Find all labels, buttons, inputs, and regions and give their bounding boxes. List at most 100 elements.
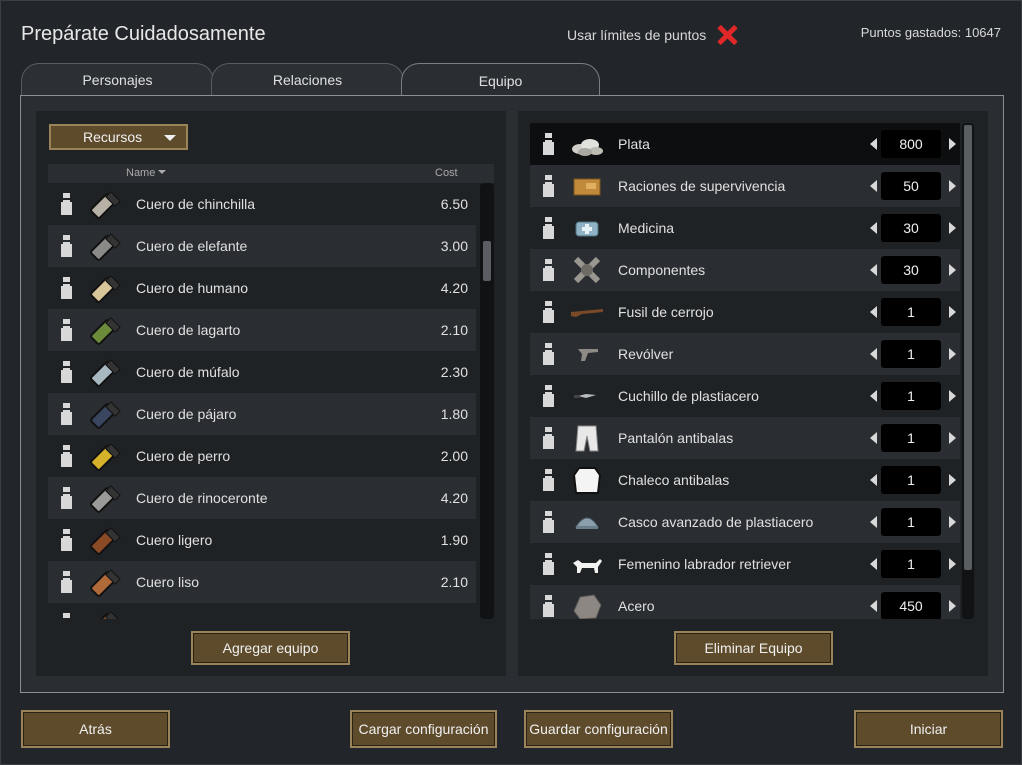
- resource-row[interactable]: Cuero liso 2.10: [48, 561, 476, 603]
- decrease-arrow-icon[interactable]: [870, 474, 877, 486]
- equipment-row[interactable]: Revólver 1: [530, 333, 960, 375]
- info-icon[interactable]: [543, 553, 553, 575]
- save-config-button[interactable]: Guardar configuración: [524, 710, 673, 748]
- equipment-row[interactable]: Femenino labrador retriever 1: [530, 543, 960, 585]
- close-x-icon[interactable]: [716, 24, 738, 46]
- equipment-row[interactable]: Raciones de supervivencia 50: [530, 165, 960, 207]
- quantity-field[interactable]: 30: [881, 256, 941, 284]
- info-icon[interactable]: [543, 301, 553, 323]
- info-icon[interactable]: [61, 403, 71, 425]
- increase-arrow-icon[interactable]: [949, 432, 956, 444]
- category-dropdown[interactable]: Recursos: [49, 124, 188, 150]
- decrease-arrow-icon[interactable]: [870, 600, 877, 612]
- info-icon[interactable]: [543, 217, 553, 239]
- info-icon[interactable]: [543, 133, 553, 155]
- increase-arrow-icon[interactable]: [949, 306, 956, 318]
- info-icon[interactable]: [61, 193, 71, 215]
- info-icon[interactable]: [61, 361, 71, 383]
- info-icon[interactable]: [61, 613, 71, 619]
- quantity-field[interactable]: 1: [881, 466, 941, 494]
- info-icon[interactable]: [543, 343, 553, 365]
- quantity-field[interactable]: 1: [881, 340, 941, 368]
- info-icon[interactable]: [61, 277, 71, 299]
- info-icon[interactable]: [61, 529, 71, 551]
- scrollbar-thumb[interactable]: [483, 241, 491, 281]
- resource-row[interactable]: Cuero de rinoceronte 4.20: [48, 477, 476, 519]
- decrease-arrow-icon[interactable]: [870, 432, 877, 444]
- equipment-row[interactable]: Cuchillo de plastiacero 1: [530, 375, 960, 417]
- equipment-row[interactable]: Casco avanzado de plastiacero 1: [530, 501, 960, 543]
- increase-arrow-icon[interactable]: [949, 222, 956, 234]
- increase-arrow-icon[interactable]: [949, 516, 956, 528]
- info-icon[interactable]: [61, 571, 71, 593]
- resource-row[interactable]: Cuero ligero 1.90: [48, 519, 476, 561]
- resource-row[interactable]: Cuero de chinchilla 6.50: [48, 183, 476, 225]
- back-button[interactable]: Atrás: [21, 710, 170, 748]
- increase-arrow-icon[interactable]: [949, 348, 956, 360]
- quantity-field[interactable]: 1: [881, 508, 941, 536]
- tab-equipo[interactable]: Equipo: [401, 63, 600, 97]
- resource-row[interactable]: Cuero de pájaro 1.80: [48, 393, 476, 435]
- decrease-arrow-icon[interactable]: [870, 264, 877, 276]
- decrease-arrow-icon[interactable]: [870, 348, 877, 360]
- equipment-row[interactable]: Chaleco antibalas 1: [530, 459, 960, 501]
- info-icon[interactable]: [61, 487, 71, 509]
- start-button[interactable]: Iniciar: [854, 710, 1003, 748]
- quantity-field[interactable]: 30: [881, 214, 941, 242]
- remove-equipment-button[interactable]: Eliminar Equipo: [674, 631, 833, 665]
- increase-arrow-icon[interactable]: [949, 600, 956, 612]
- info-icon[interactable]: [543, 511, 553, 533]
- info-icon[interactable]: [61, 445, 71, 467]
- resource-row[interactable]: Cuero de humano 4.20: [48, 267, 476, 309]
- quantity-field[interactable]: 450: [881, 592, 941, 619]
- info-icon[interactable]: [61, 235, 71, 257]
- decrease-arrow-icon[interactable]: [870, 138, 877, 150]
- equipment-row[interactable]: Plata 800: [530, 123, 960, 165]
- equipment-list-scrollbar[interactable]: [962, 123, 974, 619]
- decrease-arrow-icon[interactable]: [870, 558, 877, 570]
- equipment-row[interactable]: Fusil de cerrojo 1: [530, 291, 960, 333]
- resource-row[interactable]: [48, 603, 476, 619]
- info-icon[interactable]: [61, 319, 71, 341]
- decrease-arrow-icon[interactable]: [870, 516, 877, 528]
- increase-arrow-icon[interactable]: [949, 474, 956, 486]
- tab-relaciones[interactable]: Relaciones: [211, 63, 404, 96]
- resource-row[interactable]: Cuero de lagarto 2.10: [48, 309, 476, 351]
- scrollbar-thumb[interactable]: [964, 125, 972, 570]
- resource-row[interactable]: Cuero de múfalo 2.30: [48, 351, 476, 393]
- quantity-field[interactable]: 1: [881, 298, 941, 326]
- info-icon[interactable]: [543, 427, 553, 449]
- equipment-row[interactable]: Pantalón antibalas 1: [530, 417, 960, 459]
- decrease-arrow-icon[interactable]: [870, 306, 877, 318]
- decrease-arrow-icon[interactable]: [870, 222, 877, 234]
- equipment-row[interactable]: Medicina 30: [530, 207, 960, 249]
- increase-arrow-icon[interactable]: [949, 390, 956, 402]
- resource-row[interactable]: Cuero de elefante 3.00: [48, 225, 476, 267]
- column-name-header[interactable]: Name: [126, 167, 167, 179]
- info-icon[interactable]: [543, 385, 553, 407]
- increase-arrow-icon[interactable]: [949, 558, 956, 570]
- tab-personajes[interactable]: Personajes: [21, 63, 214, 96]
- info-icon[interactable]: [543, 469, 553, 491]
- quantity-field[interactable]: 800: [881, 130, 941, 158]
- info-icon[interactable]: [543, 175, 553, 197]
- decrease-arrow-icon[interactable]: [870, 180, 877, 192]
- point-limit-toggle[interactable]: Usar límites de puntos: [567, 24, 738, 46]
- info-icon[interactable]: [543, 595, 553, 617]
- add-equipment-button[interactable]: Agregar equipo: [191, 631, 350, 665]
- quantity-field[interactable]: 1: [881, 550, 941, 578]
- decrease-arrow-icon[interactable]: [870, 390, 877, 402]
- equipment-row[interactable]: Acero 450: [530, 585, 960, 619]
- resource-list-scrollbar[interactable]: [480, 183, 494, 619]
- column-cost-header[interactable]: Cost: [435, 167, 458, 179]
- equipment-row[interactable]: Componentes 30: [530, 249, 960, 291]
- increase-arrow-icon[interactable]: [949, 138, 956, 150]
- resource-row[interactable]: Cuero de perro 2.00: [48, 435, 476, 477]
- quantity-field[interactable]: 1: [881, 382, 941, 410]
- increase-arrow-icon[interactable]: [949, 264, 956, 276]
- info-icon[interactable]: [543, 259, 553, 281]
- increase-arrow-icon[interactable]: [949, 180, 956, 192]
- load-config-button[interactable]: Cargar configuración: [350, 710, 497, 748]
- quantity-field[interactable]: 50: [881, 172, 941, 200]
- quantity-field[interactable]: 1: [881, 424, 941, 452]
